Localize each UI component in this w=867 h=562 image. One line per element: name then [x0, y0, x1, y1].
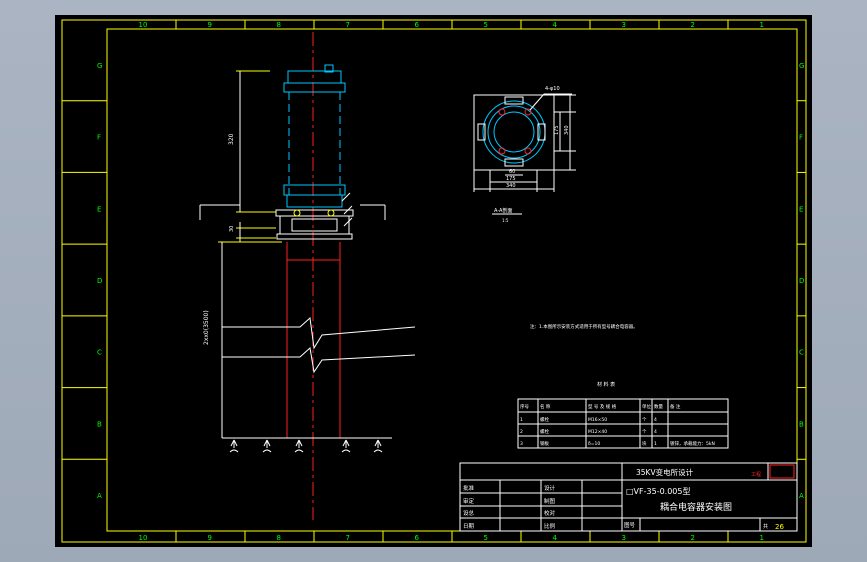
border-right-letter: D — [799, 277, 804, 285]
plan-dim-outer-label: 340 — [506, 183, 516, 189]
border-bottom-number: 2 — [691, 534, 695, 542]
bom-header-cell: 单位 — [642, 403, 651, 410]
bom-header-cell: 备 注 — [670, 403, 681, 410]
border-top-number: 7 — [346, 21, 350, 29]
border-top-number: 5 — [484, 21, 488, 29]
bom-cell: 4 — [654, 417, 657, 423]
tb-left-label: 设总 — [463, 509, 475, 517]
border-bottom-number: 3 — [622, 534, 626, 542]
dim-pole-label: 2xx0(3500) — [203, 310, 210, 345]
border-left-letter: B — [97, 420, 102, 428]
tb-drawing-no-label: 图号 — [624, 521, 636, 529]
border-bottom-number: 8 — [277, 534, 281, 542]
dim-small-label: 30 — [229, 226, 235, 232]
bom-cell: M16×50 — [588, 417, 607, 423]
border-top-number: 1 — [760, 21, 764, 29]
border-left-letter: E — [97, 205, 101, 213]
bom-cell: M12×40 — [588, 429, 607, 435]
bom-cell: 2 — [520, 429, 523, 435]
border-bottom-number: 7 — [346, 534, 350, 542]
border-left-letter: D — [97, 277, 102, 285]
plan-dim-side-outer-label: 340 — [564, 125, 570, 135]
border-top-number: 3 — [622, 21, 626, 29]
tb-sheet-prefix: 共 — [763, 523, 768, 530]
tb-drawing-no: □VF-35-0.005型 — [626, 487, 691, 496]
bom-cell: 螺栓 — [540, 428, 549, 435]
bom-cell: 螺栓 — [540, 416, 549, 423]
drawing-note: 注：1.本图所示安装方式适用于所有型号耦合电容器。 — [530, 323, 638, 330]
bom-cell: 1 — [654, 441, 657, 447]
plan-dim-inner-label: 175 — [506, 176, 516, 182]
bom-cell: δ=10 — [588, 441, 600, 447]
tb-left-label: 批准 — [463, 484, 475, 492]
drawing-sheet: 10 9 8 7 6 5 4 3 2 1 10 9 8 7 6 5 4 3 2 1 G F E D C B A G F E D C B A — [55, 15, 812, 547]
tb-mid-label: 比例 — [544, 522, 556, 530]
border-top-number: 6 — [415, 21, 420, 29]
tb-sheet: 26 — [775, 523, 784, 531]
plan-dim-side-inner-label: 175 — [554, 125, 560, 135]
border-left-letter: A — [97, 492, 102, 500]
tb-left-label: 日期 — [463, 523, 475, 530]
border-right-letter: A — [799, 492, 804, 500]
border-right-letter: F — [799, 134, 803, 142]
border-left-letter: C — [97, 349, 102, 357]
tb-mid-label: 校对 — [544, 509, 556, 517]
bom-title: 材 料 表 — [597, 381, 615, 388]
bom-cell: 个 — [642, 429, 647, 435]
border-bottom-number: 1 — [760, 534, 764, 542]
bom-header-cell: 型 号 及 规 格 — [588, 403, 617, 410]
border-right-letter: C — [799, 349, 804, 357]
border-left-letter: G — [97, 62, 102, 70]
border-right-letter: B — [799, 420, 804, 428]
border-right-letter: G — [799, 62, 804, 70]
bom-header-cell: 序号 — [520, 403, 529, 410]
border-bottom-number: 6 — [415, 534, 420, 542]
border-top-number: 9 — [208, 21, 212, 29]
bom-header-cell: 数量 — [654, 403, 663, 410]
border-bottom-number: 10 — [139, 534, 148, 542]
sheet-background — [55, 15, 812, 547]
tb-mid-label: 制图 — [544, 497, 556, 505]
border-top-number: 8 — [277, 21, 281, 29]
bom-header-cell: 名 称 — [540, 403, 551, 410]
plan-hole-label: 4-φ10 — [545, 86, 560, 92]
cad-viewport: 10 9 8 7 6 5 4 3 2 1 10 9 8 7 6 5 4 3 2 1 G F E D C B A G F E D C B A — [0, 0, 867, 562]
bom-cell: 个 — [642, 417, 647, 423]
tb-mid-label: 设计 — [544, 484, 556, 492]
border-bottom-number: 9 — [208, 534, 212, 542]
border-bottom-number: 5 — [484, 534, 488, 542]
plan-scale-label: 1:5 — [502, 218, 509, 223]
bom-cell: 钢板 — [540, 440, 549, 447]
bom-cell: 3 — [520, 441, 523, 447]
border-top-number: 10 — [139, 21, 148, 29]
bom-cell: 块 — [642, 440, 647, 447]
tb-project: 35KV变电所设计 — [636, 467, 694, 477]
bom-cell: 镀锌，承载能力：5kN — [670, 440, 715, 447]
border-left-letter: F — [97, 134, 101, 142]
dim-height-label: 320 — [228, 133, 235, 145]
border-right-letter: E — [799, 205, 803, 213]
bom-cell: 1 — [520, 417, 523, 423]
plan-section-label: A-A剖面 — [494, 207, 512, 214]
tb-left-label: 审定 — [463, 497, 475, 505]
bom-cell: 4 — [654, 429, 657, 435]
tb-stamp: 工程 — [751, 471, 761, 478]
tb-drawing-name: 耦合电容器安装图 — [660, 501, 732, 513]
border-bottom-number: 4 — [553, 534, 558, 542]
border-top-number: 4 — [553, 21, 558, 29]
border-top-number: 2 — [691, 21, 695, 29]
plan-dim-center-label: 60 — [509, 169, 515, 175]
